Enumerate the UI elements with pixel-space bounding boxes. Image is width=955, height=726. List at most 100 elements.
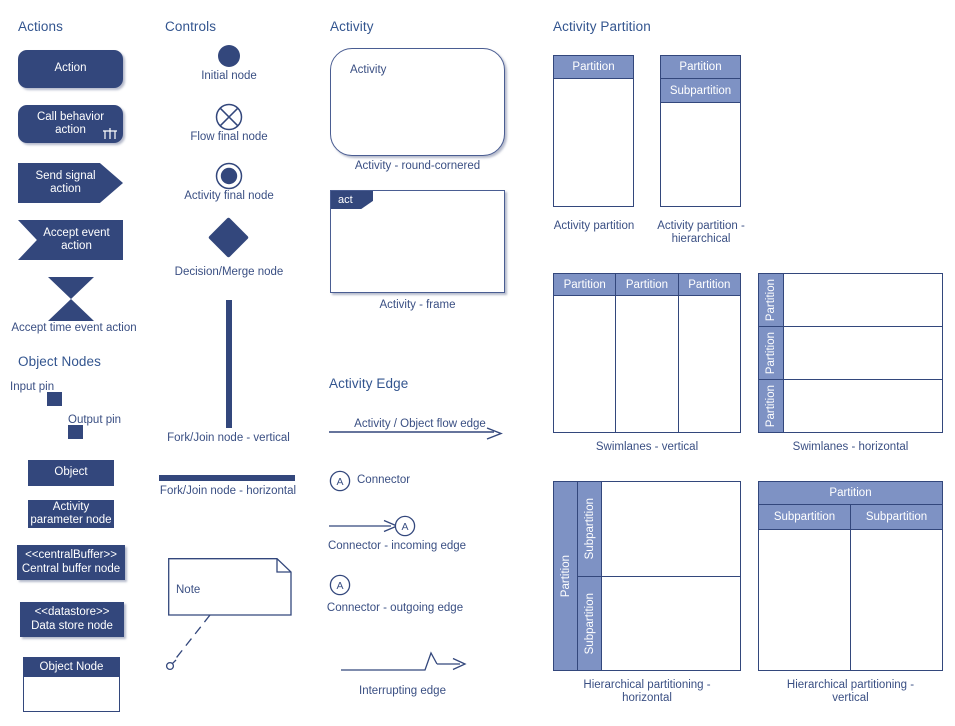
shape-swimlanes-vertical[interactable]: Partition Partition Partition — [553, 273, 741, 433]
caption-hier-line2: hierarchical — [671, 233, 731, 245]
shape-activity-partition[interactable]: Partition — [553, 55, 634, 207]
swimlane-v-header-1: Partition — [615, 273, 679, 296]
caption-interrupting-edge: Interrupting edge — [359, 685, 446, 697]
send-signal-line2: action — [50, 183, 81, 195]
shape-action[interactable]: Action — [18, 50, 123, 88]
activity-parameter-line2: parameter node — [30, 514, 112, 526]
shape-activity-object-flow-edge[interactable] — [329, 427, 509, 442]
caption-activity-final-node: Activity final node — [184, 190, 274, 202]
shape-call-behavior-action[interactable]: Call behavior action — [18, 105, 123, 143]
caption-hier-v-line1: Hierarchical partitioning - — [786, 679, 915, 691]
hier-v-body-1 — [850, 529, 943, 671]
shape-fork-join-node-horizontal[interactable] — [159, 475, 295, 481]
accept-event-line1: Accept event — [43, 226, 110, 239]
data-store-label: Data store node — [31, 619, 113, 632]
shape-object-label: Object — [54, 466, 88, 479]
swimlane-h-header-0: Partition — [758, 273, 784, 327]
call-behavior-line2: action — [55, 124, 86, 136]
hier-h-body-1 — [602, 575, 741, 671]
shape-library-canvas: Actions Action Call behavior action Send… — [0, 0, 955, 726]
caption-swimlanes-vertical: Swimlanes - vertical — [595, 441, 699, 453]
hier-v-body-0 — [758, 529, 851, 671]
shape-object-node[interactable]: Object Node — [23, 657, 120, 712]
hier-h-subpartition-header-0: Subpartition — [577, 481, 602, 577]
shape-swimlanes-horizontal[interactable]: Partition Partition Partition — [758, 273, 943, 433]
swimlane-h-body-1 — [784, 326, 943, 380]
shape-object-node-body — [23, 677, 120, 712]
shape-note-label: Note — [176, 584, 201, 596]
caption-initial-node: Initial node — [201, 70, 257, 82]
hier-h-subpartition-header-1: Subpartition — [577, 575, 602, 671]
hier-v-partition-header: Partition — [758, 481, 943, 505]
shape-activity-round-cornered-label: Activity — [350, 64, 387, 76]
activity-partition-hier-header: Partition — [660, 55, 741, 79]
section-title-actions: Actions — [18, 19, 63, 34]
hier-h-partition-header: Partition — [553, 481, 578, 671]
send-signal-line1: Send signal — [35, 169, 96, 182]
connector-incoming-letter: A — [401, 521, 408, 533]
caption-hier-h-line1: Hierarchical partitioning - — [583, 679, 711, 691]
caption-hier-v-line2: vertical — [832, 692, 869, 704]
connector-outgoing-letter: A — [336, 580, 343, 592]
swimlane-h-body-2 — [784, 379, 943, 433]
shape-data-store-node[interactable]: <<datastore>> Data store node — [20, 602, 124, 637]
shape-output-pin[interactable] — [68, 425, 83, 439]
shape-activity-partition-hierarchical[interactable]: Partition Subpartition — [660, 55, 741, 207]
shape-decision-merge-node[interactable] — [207, 216, 250, 259]
shape-connector-outgoing-edge[interactable]: A — [329, 574, 353, 598]
note-anchor-line — [165, 614, 211, 671]
shape-connector-label: Connector — [357, 474, 411, 486]
shape-flow-final-node[interactable] — [215, 103, 243, 131]
caption-hierarchical-partitioning-vertical: Hierarchical partitioning - vertical — [758, 679, 943, 705]
shape-hierarchical-partitioning-vertical[interactable]: Partition Subpartition Subpartition — [758, 481, 943, 671]
shape-connector-incoming-edge[interactable]: A — [329, 514, 419, 538]
shape-connector[interactable]: A — [329, 470, 351, 492]
section-title-object-nodes: Object Nodes — [18, 354, 101, 369]
caption-decision-merge-node: Decision/Merge node — [174, 266, 284, 278]
accept-event-line2: action — [61, 240, 92, 252]
hier-h-body-0 — [602, 481, 741, 577]
caption-activity-partition: Activity partition — [553, 220, 635, 232]
caption-connector-outgoing-edge: Connector - outgoing edge — [326, 602, 464, 614]
caption-connector-incoming-edge: Connector - incoming edge — [327, 540, 467, 552]
shape-fork-join-node-vertical[interactable] — [226, 300, 232, 428]
shape-activity-frame-tab: act — [331, 191, 373, 209]
caption-hier-line1: Activity partition - — [657, 220, 745, 232]
data-store-stereotype: <<datastore>> — [34, 606, 110, 618]
shape-input-pin[interactable] — [47, 392, 62, 406]
shape-activity-frame[interactable]: act — [330, 190, 505, 293]
activity-partition-body — [553, 79, 634, 207]
shape-hierarchical-partitioning-horizontal[interactable]: Partition Subpartition Subpartition — [553, 481, 741, 671]
shape-activity-final-node[interactable] — [215, 162, 243, 190]
central-buffer-stereotype: <<centralBuffer>> — [25, 549, 117, 561]
shape-activity-parameter-node-label: Activity parameter node — [28, 500, 114, 528]
section-title-activity-partition: Activity Partition — [553, 19, 651, 34]
shape-object[interactable]: Object — [28, 460, 114, 486]
section-title-activity: Activity — [330, 19, 374, 34]
activity-partition-hier-body — [660, 103, 741, 207]
shape-interrupting-edge[interactable] — [341, 650, 471, 680]
activity-partition-hier-subheader: Subpartition — [660, 79, 741, 103]
caption-hier-h-line2: horizontal — [622, 692, 672, 704]
shape-central-buffer-node[interactable]: <<centralBuffer>> Central buffer node — [17, 545, 125, 580]
shape-accept-time-event-action[interactable] — [48, 277, 94, 321]
central-buffer-label: Central buffer node — [21, 562, 121, 575]
shape-activity-parameter-node[interactable]: Activity parameter node — [28, 500, 114, 528]
caption-fork-join-node-horizontal: Fork/Join node - horizontal — [159, 485, 297, 497]
shape-initial-node[interactable] — [218, 45, 240, 67]
caption-activity-partition-hierarchical: Activity partition - hierarchical — [650, 220, 752, 246]
caption-activity-round-cornered: Activity - round-cornered — [354, 160, 481, 172]
swimlane-h-header-1: Partition — [758, 326, 784, 380]
shape-data-store-node-label: <<datastore>> Data store node — [20, 602, 124, 637]
swimlane-h-body-0 — [784, 273, 943, 327]
shape-send-signal-action[interactable]: Send signal action — [18, 163, 123, 203]
shape-action-label: Action — [54, 62, 87, 75]
call-behavior-line1: Call behavior — [36, 110, 105, 123]
shape-accept-event-action[interactable]: Accept event action — [18, 220, 123, 260]
rake-icon — [103, 128, 117, 139]
swimlane-v-body-0 — [553, 296, 617, 433]
swimlane-v-header-2: Partition — [677, 273, 741, 296]
shape-accept-event-action-label: Accept event action — [18, 220, 123, 260]
shape-central-buffer-node-label: <<centralBuffer>> Central buffer node — [17, 545, 125, 580]
shape-object-node-header: Object Node — [23, 657, 120, 677]
